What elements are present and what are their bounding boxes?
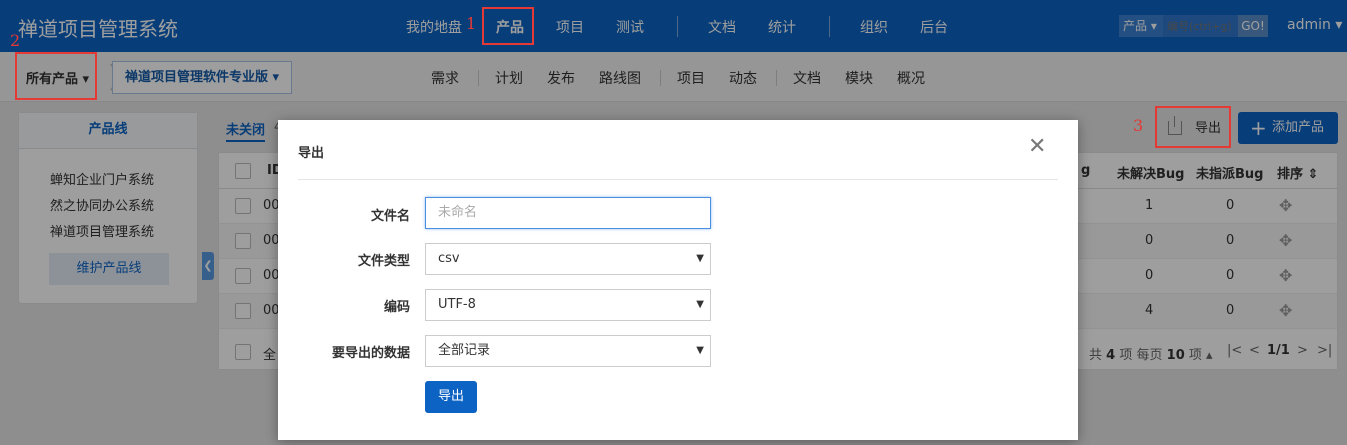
close-icon[interactable]: ✕ (1028, 134, 1046, 159)
annotation-box-product-nav (482, 7, 534, 45)
chevron-down-icon: ▼ (696, 345, 704, 356)
chevron-down-icon: ▼ (696, 299, 704, 310)
annotation-box-all-products (15, 52, 97, 100)
modal-title: 导出 (298, 146, 325, 161)
filename-label: 文件名 (370, 209, 410, 224)
annotation-number-2: 2 (10, 31, 21, 50)
app-root: 禅道项目管理系统 我的地盘 产品 项目 测试 文档 统计 组织 后台 产品 ▾ … (0, 0, 1347, 445)
export-data-label: 要导出的数据 (331, 346, 410, 361)
chevron-down-icon: ▼ (696, 253, 704, 264)
filename-input[interactable]: 未命名 (425, 197, 711, 229)
encoding-label: 编码 (383, 300, 410, 315)
modal-divider (298, 179, 1058, 180)
annotation-box-export (1155, 106, 1231, 148)
annotation-number-1: 1 (466, 14, 477, 33)
annotation-number-3: 3 (1133, 116, 1144, 135)
filetype-value: csv (438, 251, 460, 266)
export-submit-button[interactable]: 导出 (425, 381, 477, 413)
filename-placeholder: 未命名 (438, 205, 478, 220)
filetype-label: 文件类型 (357, 254, 410, 269)
export-data-select[interactable]: 全部记录 ▼ (425, 335, 711, 367)
encoding-select[interactable]: UTF-8 ▼ (425, 289, 711, 321)
export-data-value: 全部记录 (438, 343, 491, 358)
filetype-select[interactable]: csv ▼ (425, 243, 711, 275)
encoding-value: UTF-8 (438, 297, 476, 312)
export-modal: 导出 ✕ 文件名 未命名 文件类型 csv ▼ 编码 UTF-8 ▼ 要导出的数… (278, 120, 1078, 440)
